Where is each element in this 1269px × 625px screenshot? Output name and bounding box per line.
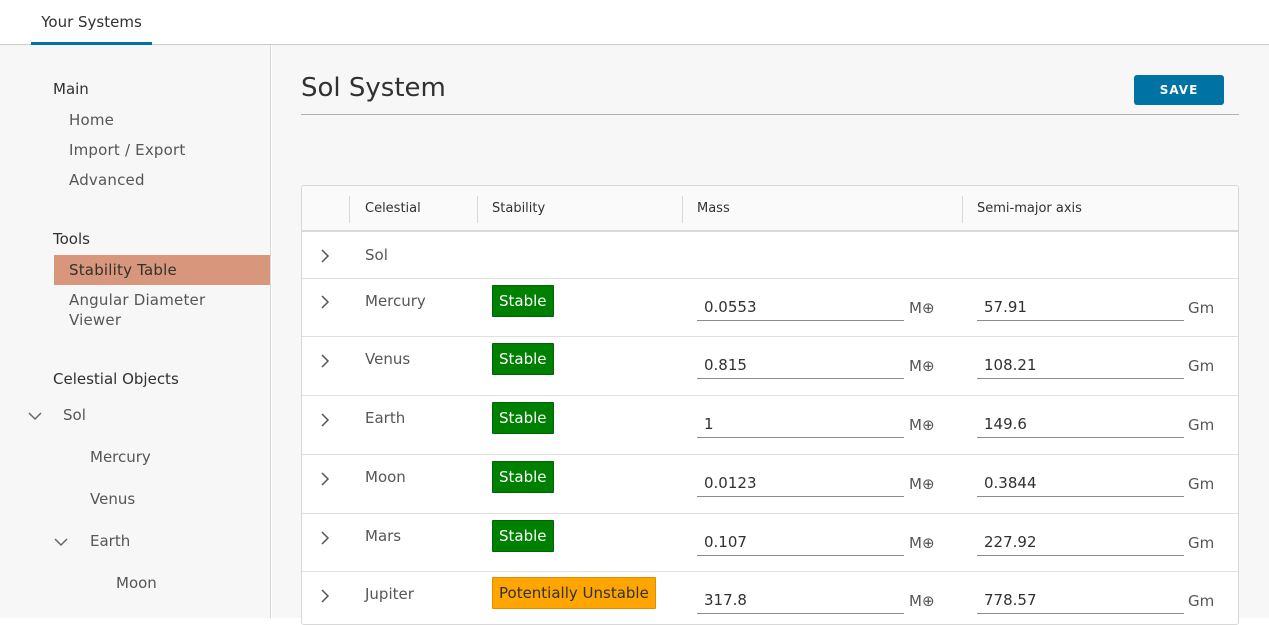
semi-major-axis-input[interactable] <box>977 293 1184 321</box>
table-row: Venus Stable M⊕ Gm <box>302 337 1238 396</box>
mass-unit: M⊕ <box>909 475 935 493</box>
chevron-right-icon[interactable] <box>318 472 332 486</box>
column-header-semi-major-axis[interactable]: Semi-major axis <box>962 186 1082 232</box>
semi-major-axis-input[interactable] <box>977 586 1184 614</box>
mass-unit: M⊕ <box>909 416 935 434</box>
status-badge: Potentially Unstable <box>492 577 656 609</box>
table-row: Sol <box>302 232 1238 279</box>
chevron-right-icon[interactable] <box>318 354 332 368</box>
status-badge: Stable <box>492 461 554 493</box>
axis-unit: Gm <box>1188 416 1215 434</box>
chevron-right-icon[interactable] <box>318 531 332 545</box>
mass-input[interactable] <box>697 410 904 438</box>
mass-input[interactable] <box>697 293 904 321</box>
status-badge: Stable <box>492 343 554 375</box>
top-bar: Your Systems <box>0 0 1269 45</box>
semi-major-axis-input[interactable] <box>977 351 1184 379</box>
save-button[interactable]: SAVE <box>1134 75 1224 105</box>
cell-celestial: Mars <box>365 527 402 545</box>
tree-item-mercury[interactable]: Mercury <box>90 448 151 466</box>
cell-celestial: Earth <box>365 409 406 427</box>
status-badge: Stable <box>492 402 554 434</box>
table-row: Mercury Stable M⊕ Gm <box>302 279 1238 337</box>
mass-unit: M⊕ <box>909 357 935 375</box>
stability-table: Celestial Stability Mass Semi-major axis… <box>301 185 1239 625</box>
main-content: Sol System SAVE Celestial Stability Mass… <box>272 45 1269 625</box>
status-badge: Stable <box>492 520 554 552</box>
table-row: Moon Stable M⊕ Gm <box>302 455 1238 514</box>
table-row: Jupiter Potentially Unstable M⊕ Gm <box>302 572 1238 624</box>
page-title: Sol System <box>301 73 446 103</box>
chevron-right-icon[interactable] <box>318 413 332 427</box>
sidebar-item-import-export[interactable]: Import / Export <box>54 135 270 165</box>
mass-unit: M⊕ <box>909 534 935 552</box>
mass-input[interactable] <box>697 586 904 614</box>
cell-celestial: Venus <box>365 350 411 368</box>
mass-input[interactable] <box>697 351 904 379</box>
cell-celestial: Jupiter <box>365 585 414 603</box>
mass-input[interactable] <box>697 469 904 497</box>
axis-unit: Gm <box>1188 299 1215 317</box>
axis-unit: Gm <box>1188 475 1215 493</box>
sidebar-heading-main: Main <box>53 80 89 98</box>
table-row: Mars Stable M⊕ Gm <box>302 514 1238 572</box>
mass-input[interactable] <box>697 528 904 556</box>
semi-major-axis-input[interactable] <box>977 469 1184 497</box>
cell-celestial: Moon <box>365 468 406 486</box>
status-badge: Stable <box>492 285 554 317</box>
sidebar-item-home[interactable]: Home <box>54 105 270 135</box>
sidebar-heading-celestial-objects: Celestial Objects <box>53 370 179 388</box>
semi-major-axis-input[interactable] <box>977 410 1184 438</box>
chevron-right-icon[interactable] <box>318 295 332 309</box>
mass-unit: M⊕ <box>909 592 935 610</box>
axis-unit: Gm <box>1188 534 1215 552</box>
cell-celestial: Mercury <box>365 292 426 310</box>
chevron-down-icon[interactable] <box>54 535 68 549</box>
axis-unit: Gm <box>1188 357 1215 375</box>
title-divider <box>301 114 1239 115</box>
column-header-mass[interactable]: Mass <box>682 186 730 232</box>
axis-unit: Gm <box>1188 592 1215 610</box>
sidebar-item-angular-diameter-viewer[interactable]: Angular Diameter Viewer <box>54 290 254 334</box>
tree-item-sol[interactable]: Sol <box>63 406 86 424</box>
mass-unit: M⊕ <box>909 299 935 317</box>
sidebar-heading-tools: Tools <box>53 230 90 248</box>
column-header-stability[interactable]: Stability <box>477 186 545 232</box>
sidebar-item-stability-table[interactable]: Stability Table <box>54 255 270 285</box>
column-header-celestial[interactable]: Celestial <box>350 186 421 232</box>
chevron-down-icon[interactable] <box>28 409 42 423</box>
tree-item-moon[interactable]: Moon <box>116 574 157 592</box>
tab-your-systems[interactable]: Your Systems <box>31 0 152 45</box>
chevron-right-icon[interactable] <box>318 589 332 603</box>
chevron-right-icon[interactable] <box>318 249 332 263</box>
tree-item-venus[interactable]: Venus <box>90 490 135 508</box>
sidebar-item-advanced[interactable]: Advanced <box>54 165 270 195</box>
sidebar: Main Home Import / Export Advanced Tools… <box>0 45 271 618</box>
table-header: Celestial Stability Mass Semi-major axis <box>302 186 1238 232</box>
cell-celestial: Sol <box>365 246 388 264</box>
table-row: Earth Stable M⊕ Gm <box>302 396 1238 455</box>
tree-item-earth[interactable]: Earth <box>90 532 130 550</box>
semi-major-axis-input[interactable] <box>977 528 1184 556</box>
